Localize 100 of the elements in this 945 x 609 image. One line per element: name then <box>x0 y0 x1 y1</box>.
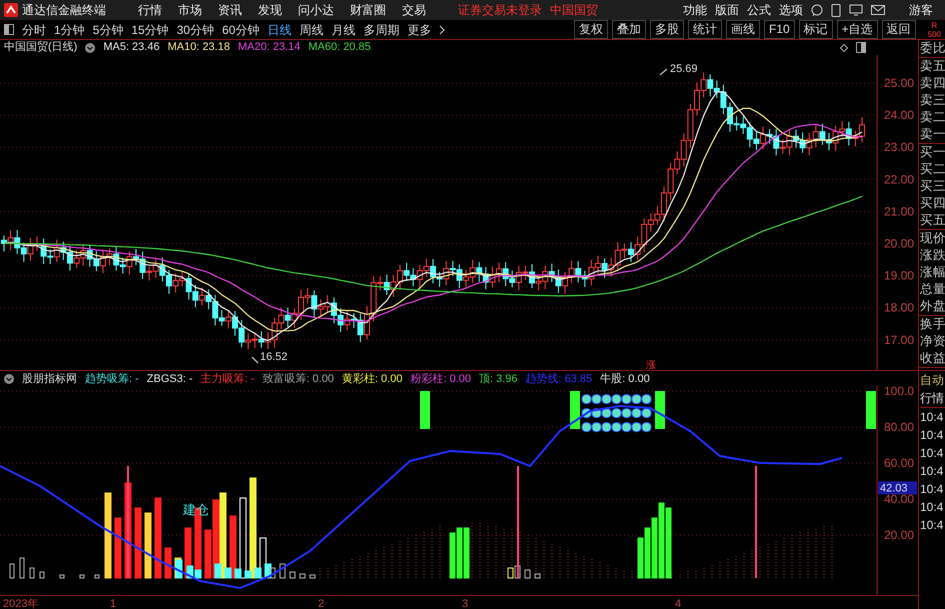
toolbar-button[interactable]: 标记 <box>798 20 833 39</box>
indicator-value: 趋势吸筹: - <box>85 372 139 386</box>
period-tab[interactable]: 15分钟 <box>131 20 169 38</box>
price-axis-label: 23.00 <box>884 140 914 154</box>
trade-time: 10:4 <box>920 481 944 498</box>
price-axis-label: 24.00 <box>884 108 914 122</box>
period-tab[interactable]: 5分钟 <box>92 20 124 38</box>
phone-icon[interactable] <box>831 4 841 16</box>
period-tab[interactable]: 月线 <box>331 20 356 38</box>
quote-field-label: 买一 <box>919 144 945 161</box>
menu-item[interactable]: 公式 <box>747 1 771 19</box>
monitor-icon[interactable] <box>849 4 863 16</box>
quote-field-label: 买二 <box>919 161 945 178</box>
chevron-down-icon[interactable] <box>4 374 14 384</box>
mail-icon[interactable] <box>871 5 885 15</box>
period-tab[interactable]: 多周期 <box>363 20 400 38</box>
menu-item[interactable]: 行情 <box>138 1 162 19</box>
moving-average-label: MA20: 23.14 <box>238 40 300 55</box>
toolbar-button[interactable]: 多股 <box>650 20 684 39</box>
signal-label: 建仓 <box>183 502 209 517</box>
ticker-mode-label[interactable]: 自动 <box>920 371 945 389</box>
menu-item[interactable]: 功能 <box>683 1 707 19</box>
date-axis-label: 2 <box>318 597 324 609</box>
date-axis-label: 3 <box>462 597 468 609</box>
logo-icon <box>4 3 18 17</box>
chevron-down-icon[interactable] <box>85 42 96 52</box>
corner-label: 500 <box>928 30 941 38</box>
chart-title: 中国国贸(日线) <box>4 40 78 55</box>
panel-toggle-icon[interactable] <box>4 24 14 35</box>
chat-icon[interactable] <box>811 4 823 16</box>
date-axis-label: 1 <box>110 597 116 609</box>
trade-time: 10:4 <box>920 517 944 534</box>
leader-line <box>252 356 258 364</box>
period-tab[interactable]: 分时 <box>22 20 46 38</box>
low-price-label: 16.52 <box>260 351 288 363</box>
price-axis-label: 22.00 <box>884 172 914 186</box>
trade-time: 10:4 <box>920 409 944 426</box>
menu-item[interactable]: 选项 <box>779 1 803 19</box>
panel-toggle-icon[interactable] <box>856 42 866 53</box>
toolbar-button[interactable]: 叠加 <box>612 20 646 39</box>
toolbar-button[interactable]: 统计 <box>688 20 722 39</box>
app-title: 通达信金融终端 <box>22 2 106 19</box>
trade-time: 10:4 <box>920 499 944 516</box>
menu-item[interactable]: 资讯 <box>218 1 242 19</box>
indicator-axis-label: 60.00 <box>884 456 914 470</box>
quote-field-label: 委比 <box>919 40 945 57</box>
quote-field-label: 买四 <box>919 195 945 212</box>
menu-item[interactable]: 交易 <box>402 1 426 19</box>
date-axis-label: 4 <box>675 597 682 609</box>
quote-field-label: 卖四 <box>919 75 945 92</box>
leader-line <box>660 68 668 76</box>
quote-field-label: 卖二 <box>919 109 945 126</box>
menu-item[interactable]: 财富圈 <box>350 1 386 19</box>
menu-item[interactable]: 市场 <box>178 1 202 19</box>
corner-label: R <box>930 20 938 30</box>
date-axis-label: 2023年 <box>3 597 38 609</box>
toolbar-button[interactable]: 画线 <box>726 20 760 39</box>
period-tab[interactable]: 周线 <box>299 20 324 38</box>
period-tab[interactable]: 60分钟 <box>222 20 260 38</box>
quote-field-label: 卖一 <box>919 126 945 143</box>
menu-item[interactable]: 问小达 <box>298 1 334 19</box>
quote-field-label: 卖三 <box>919 92 945 109</box>
toolbar-button[interactable]: 复权 <box>574 20 608 39</box>
toolbar-button[interactable]: 返回 <box>882 20 916 39</box>
moving-average-label: MA60: 20.85 <box>308 40 371 55</box>
period-tab[interactable]: 30分钟 <box>176 20 214 38</box>
user-name[interactable]: 游客 <box>909 1 933 19</box>
trade-time: 10:4 <box>920 463 944 480</box>
diamond-icon[interactable] <box>840 44 848 52</box>
indicator-axis-label: 80.00 <box>884 420 914 434</box>
menu-item[interactable]: 发现 <box>258 1 282 19</box>
price-axis-label: 20.00 <box>884 236 914 250</box>
moving-average-label: MA5: 23.46 <box>103 40 160 55</box>
price-axis-label: 19.00 <box>884 268 914 283</box>
current-value-badge: 42.03 <box>878 481 917 494</box>
high-price-label: 25.69 <box>670 63 698 75</box>
toolbar-button[interactable]: +自选 <box>836 20 878 39</box>
indicator-value: 致富吸筹: 0.00 <box>262 372 334 386</box>
indicator-value: 粉彩柱: 0.00 <box>410 372 471 386</box>
login-status-text[interactable]: 证券交易未登录 <box>458 1 542 19</box>
indicator-axis-label: 40.00 <box>884 492 914 506</box>
stock-name: 中国国贸 <box>550 2 598 19</box>
indicator-name: 股朋指标网 <box>22 372 77 386</box>
rise-marker: 涨 <box>646 360 656 370</box>
period-tab[interactable]: 更多 <box>407 20 432 38</box>
menu-item[interactable]: 版面 <box>715 1 739 19</box>
toolbar-button[interactable]: F10 <box>764 20 795 39</box>
indicator-value: 黄彩柱: 0.00 <box>342 372 402 386</box>
trade-time: 10:4 <box>920 427 944 444</box>
period-tab[interactable]: 日线 <box>267 20 292 38</box>
price-axis-label: 21.00 <box>884 204 914 218</box>
ticker-mode-label[interactable]: 行情 <box>920 389 945 407</box>
indicator-value: ZBGS3: - <box>146 372 193 386</box>
moving-average-label: MA10: 23.18 <box>168 40 230 55</box>
indicator-value: 顶: 3.96 <box>479 372 518 386</box>
period-tab[interactable]: 1分钟 <box>54 20 85 38</box>
quote-field-label: 涨幅 <box>919 264 945 281</box>
price-axis-label: 25.00 <box>884 76 914 90</box>
chevron-right-icon[interactable] <box>439 24 446 34</box>
indicator-value: 趋势线: 63.85 <box>526 372 592 386</box>
